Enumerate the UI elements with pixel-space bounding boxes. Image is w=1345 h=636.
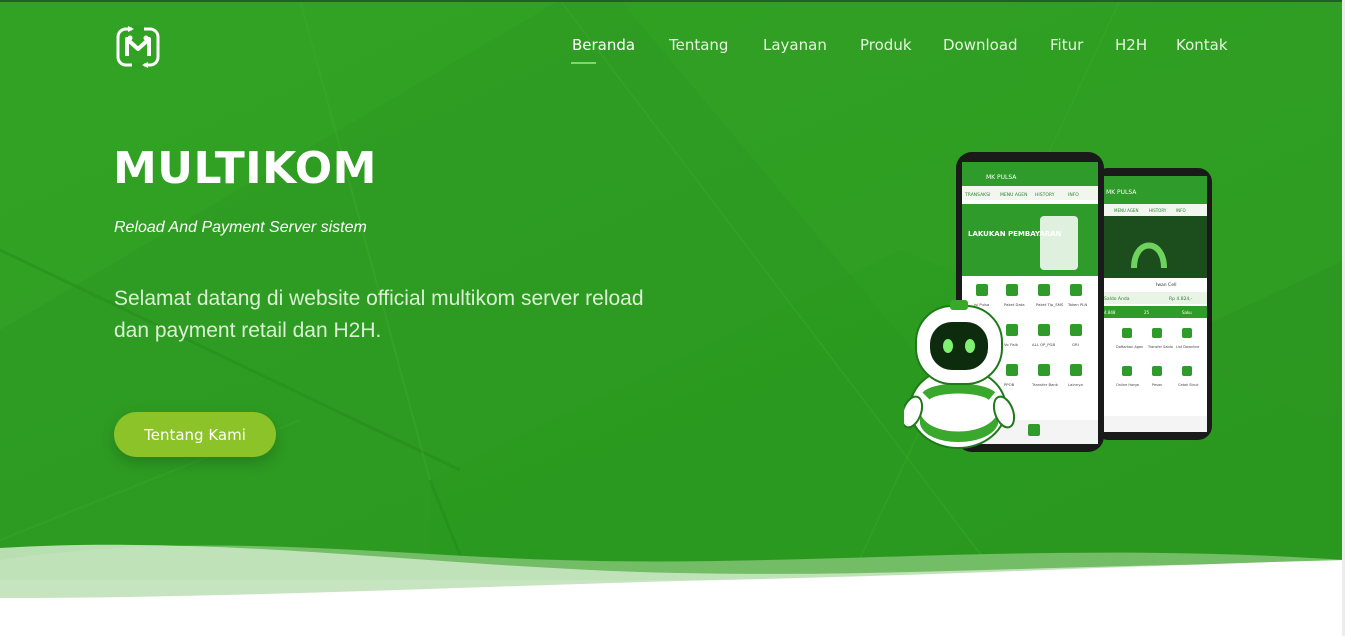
back-phone: MK PULSA MENU AGEN HISTORY INFO Iwan Cel…	[1094, 168, 1212, 440]
svg-text:Paket Data: Paket Data	[1004, 302, 1025, 307]
svg-text:Vo Fisik: Vo Fisik	[1004, 342, 1019, 347]
svg-text:Saldo Anda: Saldo Anda	[1104, 296, 1130, 302]
nav-kontak[interactable]: Kontak	[1176, 36, 1228, 58]
svg-text:Lainnya: Lainnya	[1068, 382, 1083, 387]
hero-welcome-text: Selamat datang di website official multi…	[114, 287, 644, 342]
nav-layanan[interactable]: Layanan	[763, 36, 827, 58]
app-phones-illustration: MK PULSA MENU AGEN HISTORY INFO Iwan Cel…	[904, 152, 1212, 452]
svg-text:Token PLN: Token PLN	[1067, 302, 1087, 307]
svg-text:PPOB: PPOB	[1004, 382, 1015, 387]
svg-text:Isi Pulsa: Isi Pulsa	[974, 302, 989, 307]
svg-text:Paket Tlp_SMS: Paket Tlp_SMS	[1036, 302, 1064, 307]
nav-tentang[interactable]: Tentang	[669, 36, 728, 58]
svg-text:Pesan: Pesan	[1152, 383, 1162, 387]
svg-text:INFO: INFO	[1176, 208, 1186, 213]
svg-text:Transfer Bank: Transfer Bank	[1031, 382, 1059, 387]
svg-text:HISTORY: HISTORY	[1035, 192, 1055, 198]
svg-text:Daftarkan Agen: Daftarkan Agen	[1116, 345, 1143, 349]
svg-text:Iwan Cell: Iwan Cell	[1156, 282, 1176, 288]
nav-fitur[interactable]: Fitur	[1050, 36, 1083, 58]
nav-h2h[interactable]: H2H	[1115, 36, 1147, 58]
back-app-title: MK PULSA	[1106, 189, 1137, 196]
svg-text:List Downline: List Downline	[1176, 345, 1199, 349]
nav-beranda[interactable]: Beranda	[572, 36, 635, 58]
hero-section: Beranda Tentang Layanan Produk Download …	[0, 0, 1345, 636]
svg-text:Rp 4.824,-: Rp 4.824,-	[1169, 296, 1193, 302]
svg-text:TRANSAKSI: TRANSAKSI	[964, 192, 990, 198]
hero-tagline: Reload And Payment Server sistem	[114, 219, 367, 236]
svg-text:MENU AGEN: MENU AGEN	[1114, 208, 1138, 213]
svg-text:Cetak Struk: Cetak Struk	[1178, 383, 1200, 387]
svg-text:MENU AGEN: MENU AGEN	[1000, 192, 1028, 198]
hero-title: MULTIKOM	[113, 143, 377, 194]
svg-text:INFO: INFO	[1068, 192, 1079, 198]
nav-produk[interactable]: Produk	[860, 36, 912, 58]
svg-text:25: 25	[1144, 310, 1150, 315]
nav-active-indicator	[571, 62, 596, 64]
svg-text:GRI: GRI	[1072, 342, 1079, 347]
svg-text:4.848: 4.848	[1104, 310, 1116, 315]
top-border	[0, 0, 1345, 2]
main-nav: Beranda Tentang Layanan Produk Download …	[0, 36, 1345, 60]
svg-text:HISTORY: HISTORY	[1149, 208, 1167, 213]
svg-text:Online Harga: Online Harga	[1116, 383, 1139, 387]
tentang-kami-button[interactable]: Tentang Kami	[114, 412, 276, 457]
svg-text:ALL OP_PGB: ALL OP_PGB	[1032, 342, 1055, 347]
svg-text:Saku: Saku	[1182, 310, 1192, 315]
front-app-title: MK PULSA	[986, 174, 1017, 181]
nav-download[interactable]: Download	[943, 36, 1018, 58]
svg-text:Transfer Saldo: Transfer Saldo	[1147, 345, 1173, 349]
